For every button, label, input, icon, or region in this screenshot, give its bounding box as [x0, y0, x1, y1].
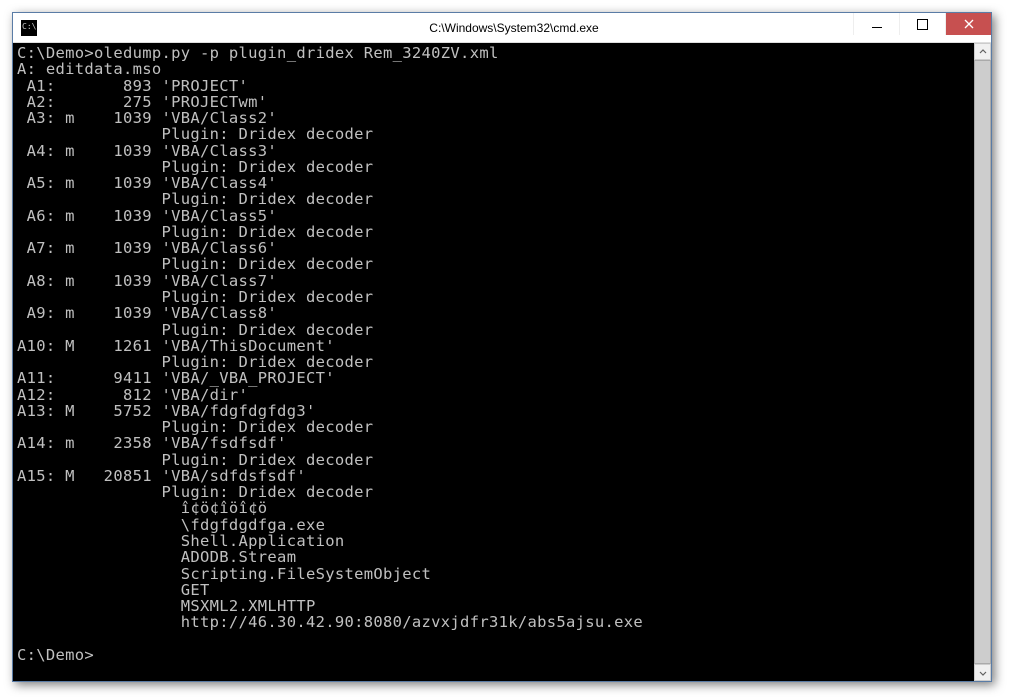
chevron-up-icon	[979, 48, 987, 56]
close-button[interactable]	[945, 13, 991, 35]
scroll-up-button[interactable]	[974, 43, 991, 60]
scroll-down-button[interactable]	[974, 664, 991, 681]
scroll-track[interactable]	[974, 60, 991, 664]
chevron-down-icon	[979, 669, 987, 677]
cmd-window: C:\Windows\System32\cmd.exe C:\Demo>oled…	[12, 12, 992, 682]
close-icon	[964, 19, 974, 29]
terminal-area: C:\Demo>oledump.py -p plugin_dridex Rem_…	[13, 43, 991, 681]
cmd-icon	[21, 20, 37, 36]
minimize-button[interactable]	[853, 13, 899, 35]
titlebar[interactable]: C:\Windows\System32\cmd.exe	[13, 13, 991, 43]
terminal-output[interactable]: C:\Demo>oledump.py -p plugin_dridex Rem_…	[13, 43, 974, 681]
window-controls	[853, 13, 991, 35]
window-title: C:\Windows\System32\cmd.exe	[37, 21, 991, 35]
scroll-thumb[interactable]	[974, 60, 991, 664]
maximize-button[interactable]	[899, 13, 945, 35]
scrollbar[interactable]	[974, 43, 991, 681]
